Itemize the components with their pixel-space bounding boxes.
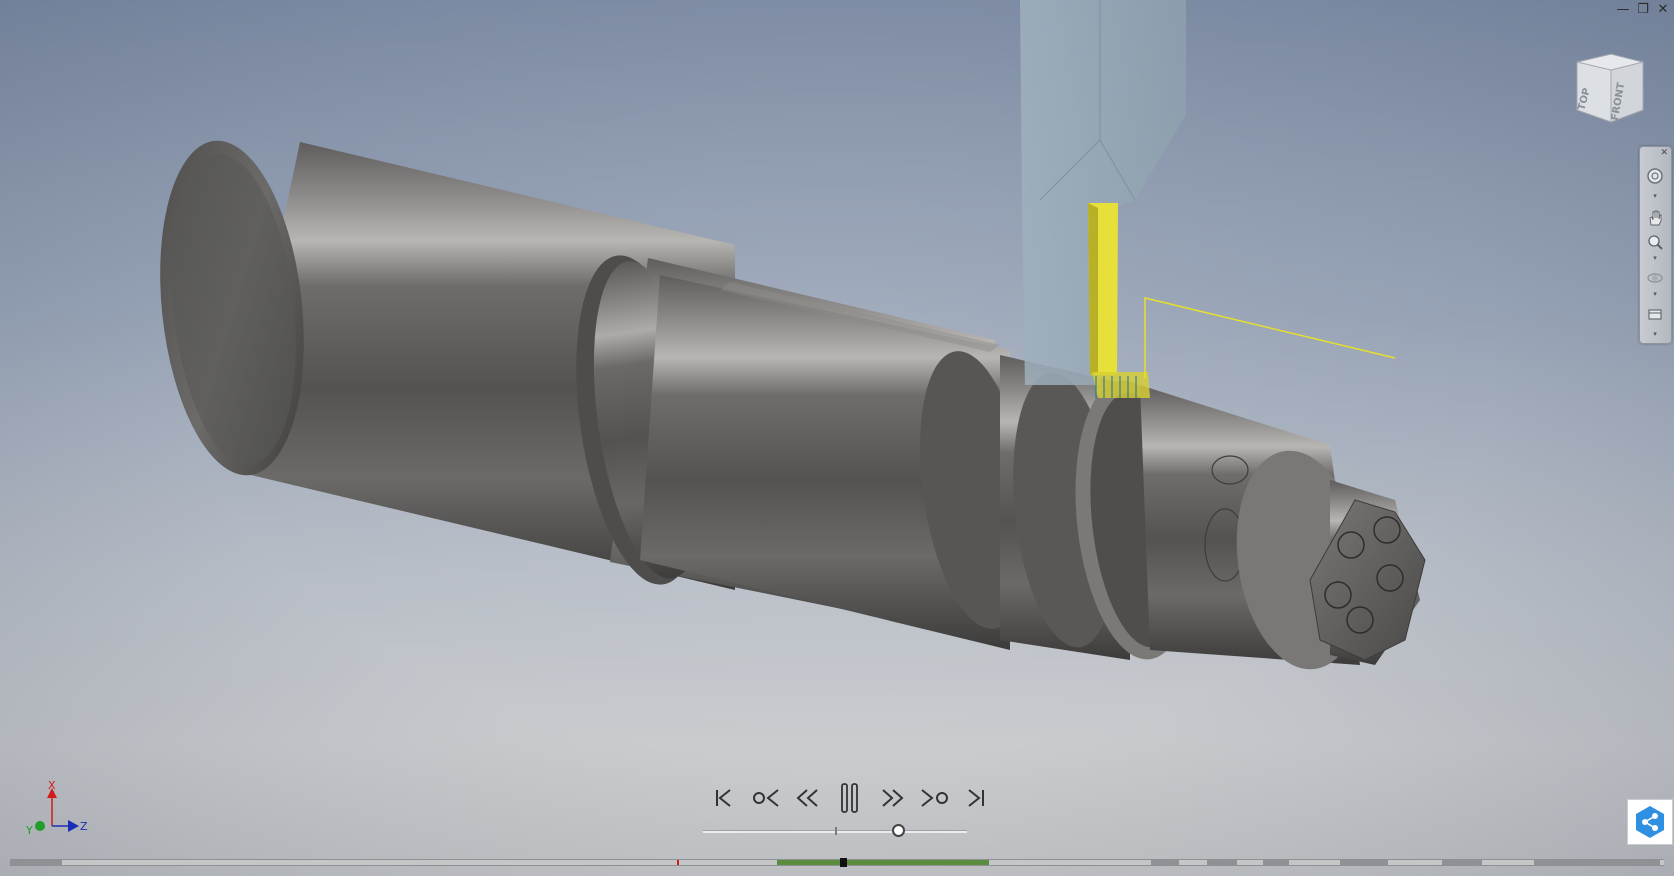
viewcube[interactable]: TOP FRONT bbox=[1573, 52, 1651, 124]
fast-forward-icon[interactable] bbox=[878, 784, 906, 812]
share-icon bbox=[1636, 806, 1664, 838]
skip-to-end-icon[interactable] bbox=[962, 784, 990, 812]
toolpath-line bbox=[1144, 297, 1396, 378]
window-controls: — ❐ ✕ bbox=[1616, 2, 1670, 16]
timeline-segment bbox=[1534, 860, 1660, 865]
cam-simulation-scene[interactable] bbox=[0, 0, 1674, 876]
x-axis-label: X bbox=[48, 780, 56, 792]
z-axis-label: Z bbox=[80, 820, 88, 833]
workpiece-middle-section bbox=[640, 275, 1031, 650]
timeline-playhead[interactable] bbox=[840, 858, 847, 867]
timeline-segment bbox=[1151, 860, 1179, 865]
chevron-down-icon[interactable]: ▾ bbox=[1652, 291, 1658, 298]
cutting-tool-insert bbox=[1088, 203, 1150, 398]
pan-icon[interactable] bbox=[1646, 209, 1664, 227]
pause-icon[interactable] bbox=[836, 783, 864, 813]
rewind-icon[interactable] bbox=[794, 784, 822, 812]
look-at-icon[interactable] bbox=[1646, 305, 1664, 323]
navigation-bar: ✕ ▾ ▾ ▾ ▾ bbox=[1639, 146, 1672, 344]
axis-triad: X Y Z bbox=[25, 780, 88, 837]
customize-navbar-icon[interactable]: ▾ bbox=[1652, 331, 1658, 338]
timeline-segment bbox=[1340, 860, 1388, 865]
chevron-down-icon[interactable]: ▾ bbox=[1652, 255, 1658, 262]
slider-thumb[interactable] bbox=[892, 824, 905, 837]
close-button[interactable]: ✕ bbox=[1656, 2, 1670, 16]
navbar-close-icon[interactable]: ✕ bbox=[1660, 148, 1668, 158]
simulation-timeline[interactable] bbox=[10, 858, 1664, 867]
zoom-icon[interactable] bbox=[1646, 233, 1664, 251]
timeline-segment bbox=[1263, 860, 1289, 865]
step-back-icon[interactable] bbox=[752, 784, 780, 812]
simulation-speed-slider[interactable] bbox=[703, 824, 967, 838]
minimize-button[interactable]: — bbox=[1616, 2, 1630, 16]
timeline-segment bbox=[1207, 860, 1237, 865]
share-button[interactable] bbox=[1627, 799, 1673, 845]
chevron-down-icon[interactable]: ▾ bbox=[1652, 193, 1658, 200]
timeline-marker bbox=[677, 860, 679, 865]
3d-viewport[interactable]: — ❐ ✕ TOP FRONT ✕ ▾ ▾ ▾ ▾ X Y Z bbox=[0, 0, 1674, 876]
slider-center-tick bbox=[835, 827, 837, 835]
timeline-segment bbox=[1442, 860, 1482, 865]
step-forward-icon[interactable] bbox=[920, 784, 948, 812]
steering-wheel-icon[interactable] bbox=[1646, 167, 1664, 185]
playback-controls bbox=[700, 782, 994, 814]
timeline-progress bbox=[777, 860, 989, 865]
restore-button[interactable]: ❐ bbox=[1636, 2, 1650, 16]
orbit-icon[interactable] bbox=[1646, 269, 1664, 287]
y-axis-label: Y bbox=[25, 824, 33, 837]
skip-to-start-icon[interactable] bbox=[710, 784, 738, 812]
timeline-segment bbox=[10, 860, 62, 865]
